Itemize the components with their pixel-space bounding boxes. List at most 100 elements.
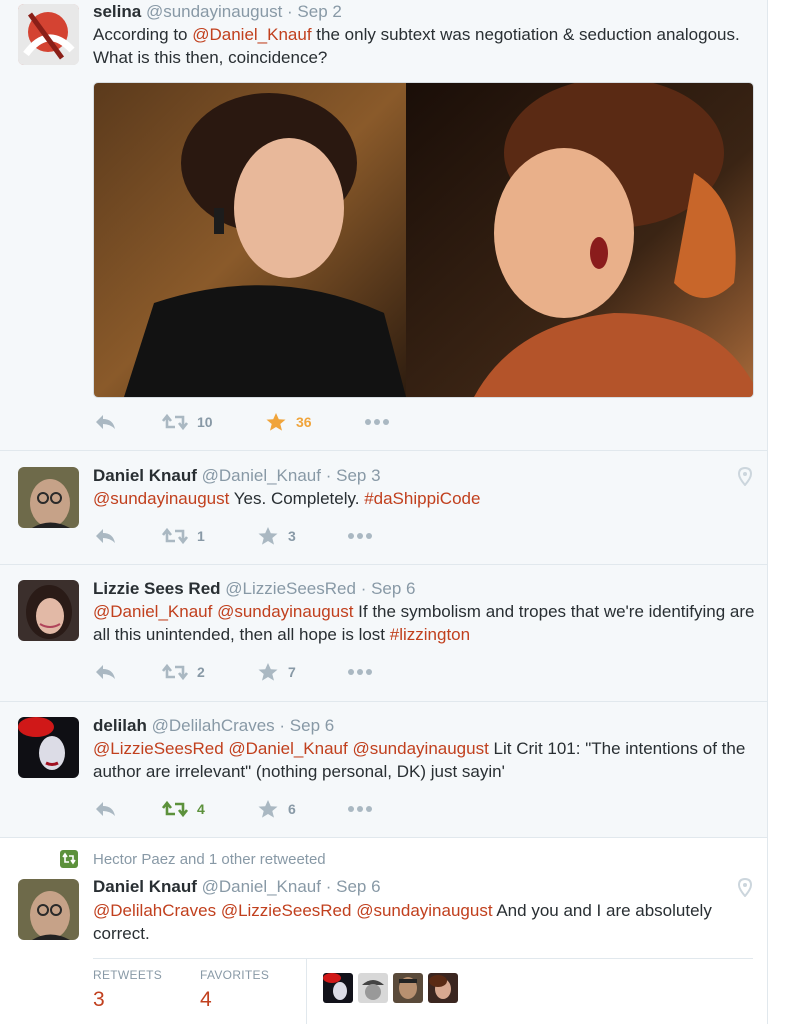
mention-link[interactable]: @LizzieSeesRed bbox=[93, 739, 224, 758]
favorite-icon bbox=[258, 800, 278, 818]
favorite-icon bbox=[258, 527, 278, 545]
author-name[interactable]: Daniel Knauf bbox=[93, 466, 197, 485]
more-button[interactable] bbox=[347, 660, 373, 684]
reply-icon bbox=[96, 665, 115, 679]
tweet-stats: RETWEETS 3 FAVORITES 4 bbox=[93, 958, 753, 1024]
tweet-date[interactable]: · Sep 3 bbox=[326, 466, 381, 485]
author-name[interactable]: Daniel Knauf bbox=[93, 877, 197, 896]
reply-button[interactable] bbox=[93, 660, 117, 684]
tweet-photo[interactable] bbox=[93, 82, 754, 398]
hashtag-link[interactable]: #daShippiCode bbox=[364, 489, 480, 508]
author-name[interactable]: delilah bbox=[93, 716, 147, 735]
mention-link[interactable]: @sundayinaugust bbox=[93, 489, 229, 508]
reply-button[interactable] bbox=[93, 797, 117, 821]
favorite-icon bbox=[258, 663, 278, 681]
mention-link[interactable]: @Daniel_Knauf bbox=[192, 25, 311, 44]
reply-icon bbox=[96, 415, 115, 429]
author-name[interactable]: Lizzie Sees Red bbox=[93, 579, 221, 598]
mention-link[interactable]: @sundayinaugust bbox=[352, 739, 488, 758]
author-handle[interactable]: @LizzieSeesRed bbox=[225, 579, 356, 598]
retweets-label[interactable]: RETWEETS bbox=[93, 968, 162, 982]
author-name[interactable]: selina bbox=[93, 2, 141, 21]
tweet-actions: 1 3 bbox=[93, 524, 423, 548]
tweet-text: @DelilahCraves @LizzieSeesRed @sundayina… bbox=[93, 899, 758, 945]
author-handle[interactable]: @sundayinaugust bbox=[146, 2, 282, 21]
reply-button[interactable] bbox=[93, 410, 117, 434]
tweet-date[interactable]: · Sep 6 bbox=[326, 877, 381, 896]
retweet-button[interactable]: 10 bbox=[162, 410, 213, 434]
mention-link[interactable]: @DelilahCraves bbox=[93, 901, 216, 920]
favorite-button[interactable]: 6 bbox=[257, 797, 296, 821]
author-handle[interactable]: @Daniel_Knauf bbox=[202, 877, 321, 896]
more-button[interactable] bbox=[347, 524, 373, 548]
favorites-label[interactable]: FAVORITES bbox=[200, 968, 269, 982]
location-pin-icon[interactable] bbox=[738, 467, 752, 486]
mention-link[interactable]: @Daniel_Knauf bbox=[93, 602, 212, 621]
tweet-header: delilah @DelilahCraves · Sep 6 bbox=[93, 715, 334, 737]
avatar[interactable] bbox=[18, 717, 79, 778]
favorite-button[interactable]: 36 bbox=[265, 410, 312, 434]
author-handle[interactable]: @Daniel_Knauf bbox=[202, 466, 321, 485]
favorite-button[interactable]: 3 bbox=[257, 524, 296, 548]
engaged-user-avatar[interactable] bbox=[323, 973, 353, 1003]
avatar[interactable] bbox=[18, 879, 79, 940]
tweet-card[interactable]: selina @sundayinaugust · Sep 2 According… bbox=[0, 0, 767, 451]
retweet-icon bbox=[162, 527, 188, 545]
tweet-header: Daniel Knauf @Daniel_Knauf · Sep 6 bbox=[93, 876, 381, 898]
retweet-button[interactable]: 4 bbox=[162, 797, 205, 821]
more-button[interactable] bbox=[347, 797, 373, 821]
engaged-user-avatar[interactable] bbox=[428, 973, 458, 1003]
retweets-value[interactable]: 3 bbox=[93, 988, 105, 1012]
retweet-count: 1 bbox=[197, 528, 205, 544]
tweet-actions: 4 6 bbox=[93, 797, 423, 821]
location-pin-icon[interactable] bbox=[738, 878, 752, 897]
reply-button[interactable] bbox=[93, 524, 117, 548]
tweet-header: Daniel Knauf @Daniel_Knauf · Sep 3 bbox=[93, 465, 381, 487]
tweet-card[interactable]: Daniel Knauf @Daniel_Knauf · Sep 3 @sund… bbox=[0, 451, 767, 565]
favorite-count: 7 bbox=[288, 664, 296, 680]
engaged-user-avatar[interactable] bbox=[393, 973, 423, 1003]
avatar[interactable] bbox=[18, 580, 79, 641]
favorite-count: 36 bbox=[296, 414, 312, 430]
favorite-button[interactable]: 7 bbox=[257, 660, 296, 684]
tweet-text: @sundayinaugust Yes. Completely. #daShip… bbox=[93, 487, 758, 510]
mention-link[interactable]: @Daniel_Knauf bbox=[228, 739, 347, 758]
engaged-user-avatar[interactable] bbox=[358, 973, 388, 1003]
avatar[interactable] bbox=[18, 467, 79, 528]
hashtag-link[interactable]: #lizzington bbox=[390, 625, 470, 644]
tweet-text: @LizzieSeesRed @Daniel_Knauf @sundayinau… bbox=[93, 737, 758, 783]
reply-icon bbox=[96, 802, 115, 816]
favorites-value[interactable]: 4 bbox=[200, 988, 212, 1012]
tweet-card[interactable]: Lizzie Sees Red @LizzieSeesRed · Sep 6 @… bbox=[0, 565, 767, 702]
avatar[interactable] bbox=[18, 4, 79, 65]
reply-icon bbox=[96, 529, 115, 543]
tweet-date[interactable]: · Sep 6 bbox=[361, 579, 416, 598]
avatar-image bbox=[18, 879, 79, 940]
tweet-text-segment: According to bbox=[93, 25, 193, 44]
author-handle[interactable]: @DelilahCraves bbox=[152, 716, 275, 735]
retweeted-by-text[interactable]: Hector Paez and 1 other retweeted bbox=[93, 851, 326, 868]
retweet-icon bbox=[162, 663, 188, 681]
tweet-card[interactable]: delilah @DelilahCraves · Sep 6 @LizzieSe… bbox=[0, 702, 767, 838]
mention-link[interactable]: @sundayinaugust bbox=[217, 602, 353, 621]
tweet-text: @Daniel_Knauf @sundayinaugust If the sym… bbox=[93, 600, 758, 646]
retweet-button[interactable]: 2 bbox=[162, 660, 205, 684]
retweet-count: 4 bbox=[197, 801, 205, 817]
retweet-count: 10 bbox=[197, 414, 213, 430]
more-icon bbox=[348, 533, 372, 539]
avatar-image bbox=[18, 467, 79, 528]
retweet-button[interactable]: 1 bbox=[162, 524, 205, 548]
mention-link[interactable]: @sundayinaugust bbox=[356, 901, 492, 920]
mention-link[interactable]: @LizzieSeesRed bbox=[221, 901, 352, 920]
tweet-header: selina @sundayinaugust · Sep 2 bbox=[93, 1, 342, 23]
engaged-users bbox=[323, 973, 458, 1003]
timeline: selina @sundayinaugust · Sep 2 According… bbox=[0, 0, 768, 1024]
retweet-badge-icon bbox=[60, 850, 78, 868]
tweet-date[interactable]: · Sep 6 bbox=[279, 716, 334, 735]
photo-image bbox=[94, 83, 753, 397]
retweeted-by-context: Hector Paez and 1 other retweeted bbox=[60, 850, 326, 868]
tweet-text-segment: Yes. Completely. bbox=[229, 489, 365, 508]
more-button[interactable] bbox=[364, 410, 390, 434]
tweet-text: According to @Daniel_Knauf the only subt… bbox=[93, 23, 758, 69]
tweet-date[interactable]: · Sep 2 bbox=[287, 2, 342, 21]
